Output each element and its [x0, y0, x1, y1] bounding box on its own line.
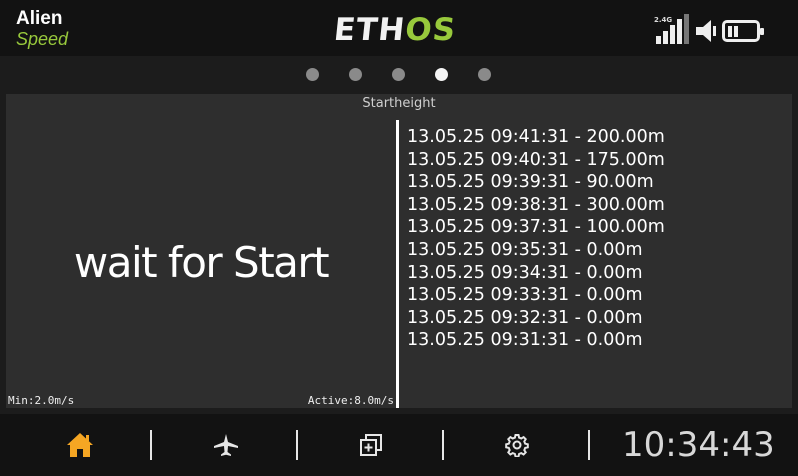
- page-dot[interactable]: [349, 68, 362, 81]
- log-entry: 13.05.25 09:40:31 - 175.00m: [407, 149, 665, 170]
- model-button[interactable]: [206, 428, 246, 462]
- log-entry: 13.05.25 09:32:31 - 0.00m: [407, 307, 643, 328]
- log-entry: 13.05.25 09:37:31 - 100.00m: [407, 217, 665, 238]
- log-entry: 13.05.25 09:39:31 - 90.00m: [407, 172, 654, 193]
- height-log-list: 13.05.25 09:41:31 - 200.00m 13.05.25 09:…: [407, 126, 665, 352]
- page-indicator: [300, 68, 500, 82]
- top-bar: Alien Speed ETHOS 2.4G: [0, 0, 798, 56]
- battery-icon: [722, 20, 764, 42]
- home-icon: [67, 433, 93, 457]
- logo-text-green: OS: [403, 12, 458, 48]
- widget-title: Startheight: [362, 96, 436, 111]
- page-dot[interactable]: [392, 68, 405, 81]
- min-speed-label: Min:2.0m/s: [8, 394, 75, 407]
- home-button[interactable]: [60, 428, 100, 462]
- startheight-widget[interactable]: Startheight wait for Start Min:2.0m/s Ac…: [6, 94, 792, 408]
- status-icons: 2.4G: [654, 14, 784, 46]
- airplane-icon: [214, 434, 238, 456]
- log-entry: 13.05.25 09:31:31 - 0.00m: [407, 330, 643, 351]
- page-dot-active[interactable]: [435, 68, 448, 81]
- log-entry: 13.05.25 09:41:31 - 200.00m: [407, 127, 665, 147]
- divider: [396, 120, 399, 408]
- rf-band-label: 2.4G: [654, 16, 673, 24]
- active-speed-label: Active:8.0m/s: [307, 394, 394, 407]
- ethos-logo: ETHOS: [332, 12, 458, 48]
- model-name[interactable]: Alien: [16, 8, 62, 30]
- screens-button[interactable]: [351, 428, 391, 462]
- log-entry: 13.05.25 09:33:31 - 0.00m: [407, 285, 643, 306]
- nav-separator: [296, 430, 298, 460]
- log-entry: 13.05.25 09:35:31 - 0.00m: [407, 239, 643, 260]
- speaker-icon: [696, 20, 716, 42]
- nav-separator: [588, 430, 590, 460]
- clock: 10:34:43: [622, 425, 775, 465]
- nav-separator: [150, 430, 152, 460]
- status-message: wait for Start: [73, 238, 330, 287]
- page-dot[interactable]: [306, 68, 319, 81]
- nav-separator: [442, 430, 444, 460]
- log-entry: 13.05.25 09:34:31 - 0.00m: [407, 262, 643, 283]
- log-entry: 13.05.25 09:38:31 - 300.00m: [407, 194, 665, 215]
- settings-button[interactable]: [497, 428, 537, 462]
- gear-icon: [505, 434, 529, 457]
- bottom-nav-bar: 10:34:43: [0, 414, 798, 476]
- layers-icon: [360, 434, 382, 456]
- model-subtitle: Speed: [16, 29, 69, 49]
- page-dot[interactable]: [478, 68, 491, 81]
- logo-text-white: ETH: [332, 12, 408, 48]
